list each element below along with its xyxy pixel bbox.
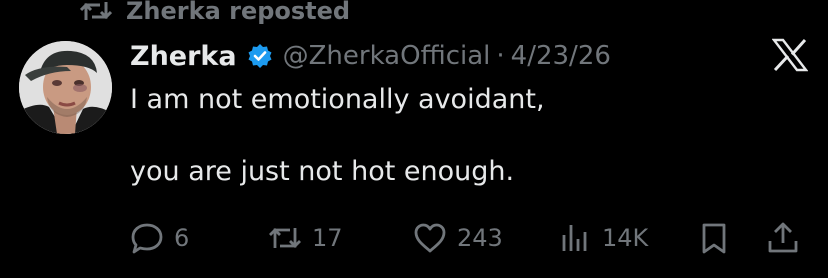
repost-label: Zherka reposted	[126, 0, 351, 25]
verified-badge-icon[interactable]	[247, 43, 273, 69]
analytics-icon	[562, 225, 587, 251]
tweet-text: I am not emotionally avoidant, you are j…	[130, 84, 545, 187]
avatar-image	[19, 41, 112, 134]
repost-icon	[269, 228, 301, 248]
separator-dot: ·	[496, 41, 505, 71]
bookmark-icon	[702, 223, 726, 254]
share-icon	[768, 222, 798, 253]
author-handle[interactable]: @ZherkaOfficial	[283, 41, 491, 71]
action-bar: 6 17 243 14K	[0, 213, 828, 263]
like-button[interactable]: 243	[413, 213, 503, 263]
reply-icon	[131, 223, 163, 254]
author-name[interactable]: Zherka	[130, 41, 237, 72]
tweet-date[interactable]: 4/23/26	[511, 41, 611, 71]
repost-button[interactable]: 17	[268, 213, 343, 263]
tweet-header: Zherka @ZherkaOfficial · 4/23/26	[130, 36, 611, 76]
heart-icon	[414, 223, 446, 253]
repost-icon	[80, 2, 112, 20]
bookmark-button[interactable]	[697, 213, 731, 263]
reply-count: 6	[174, 224, 190, 252]
reply-button[interactable]: 6	[130, 213, 189, 263]
repost-count: 17	[312, 224, 343, 252]
avatar[interactable]	[19, 41, 112, 134]
like-count: 243	[457, 224, 503, 252]
share-button[interactable]	[766, 213, 800, 263]
views-count: 14K	[602, 224, 649, 252]
repost-indicator[interactable]: Zherka reposted	[80, 0, 350, 28]
x-logo-icon[interactable]	[772, 38, 808, 72]
views-button[interactable]: 14K	[558, 213, 648, 263]
